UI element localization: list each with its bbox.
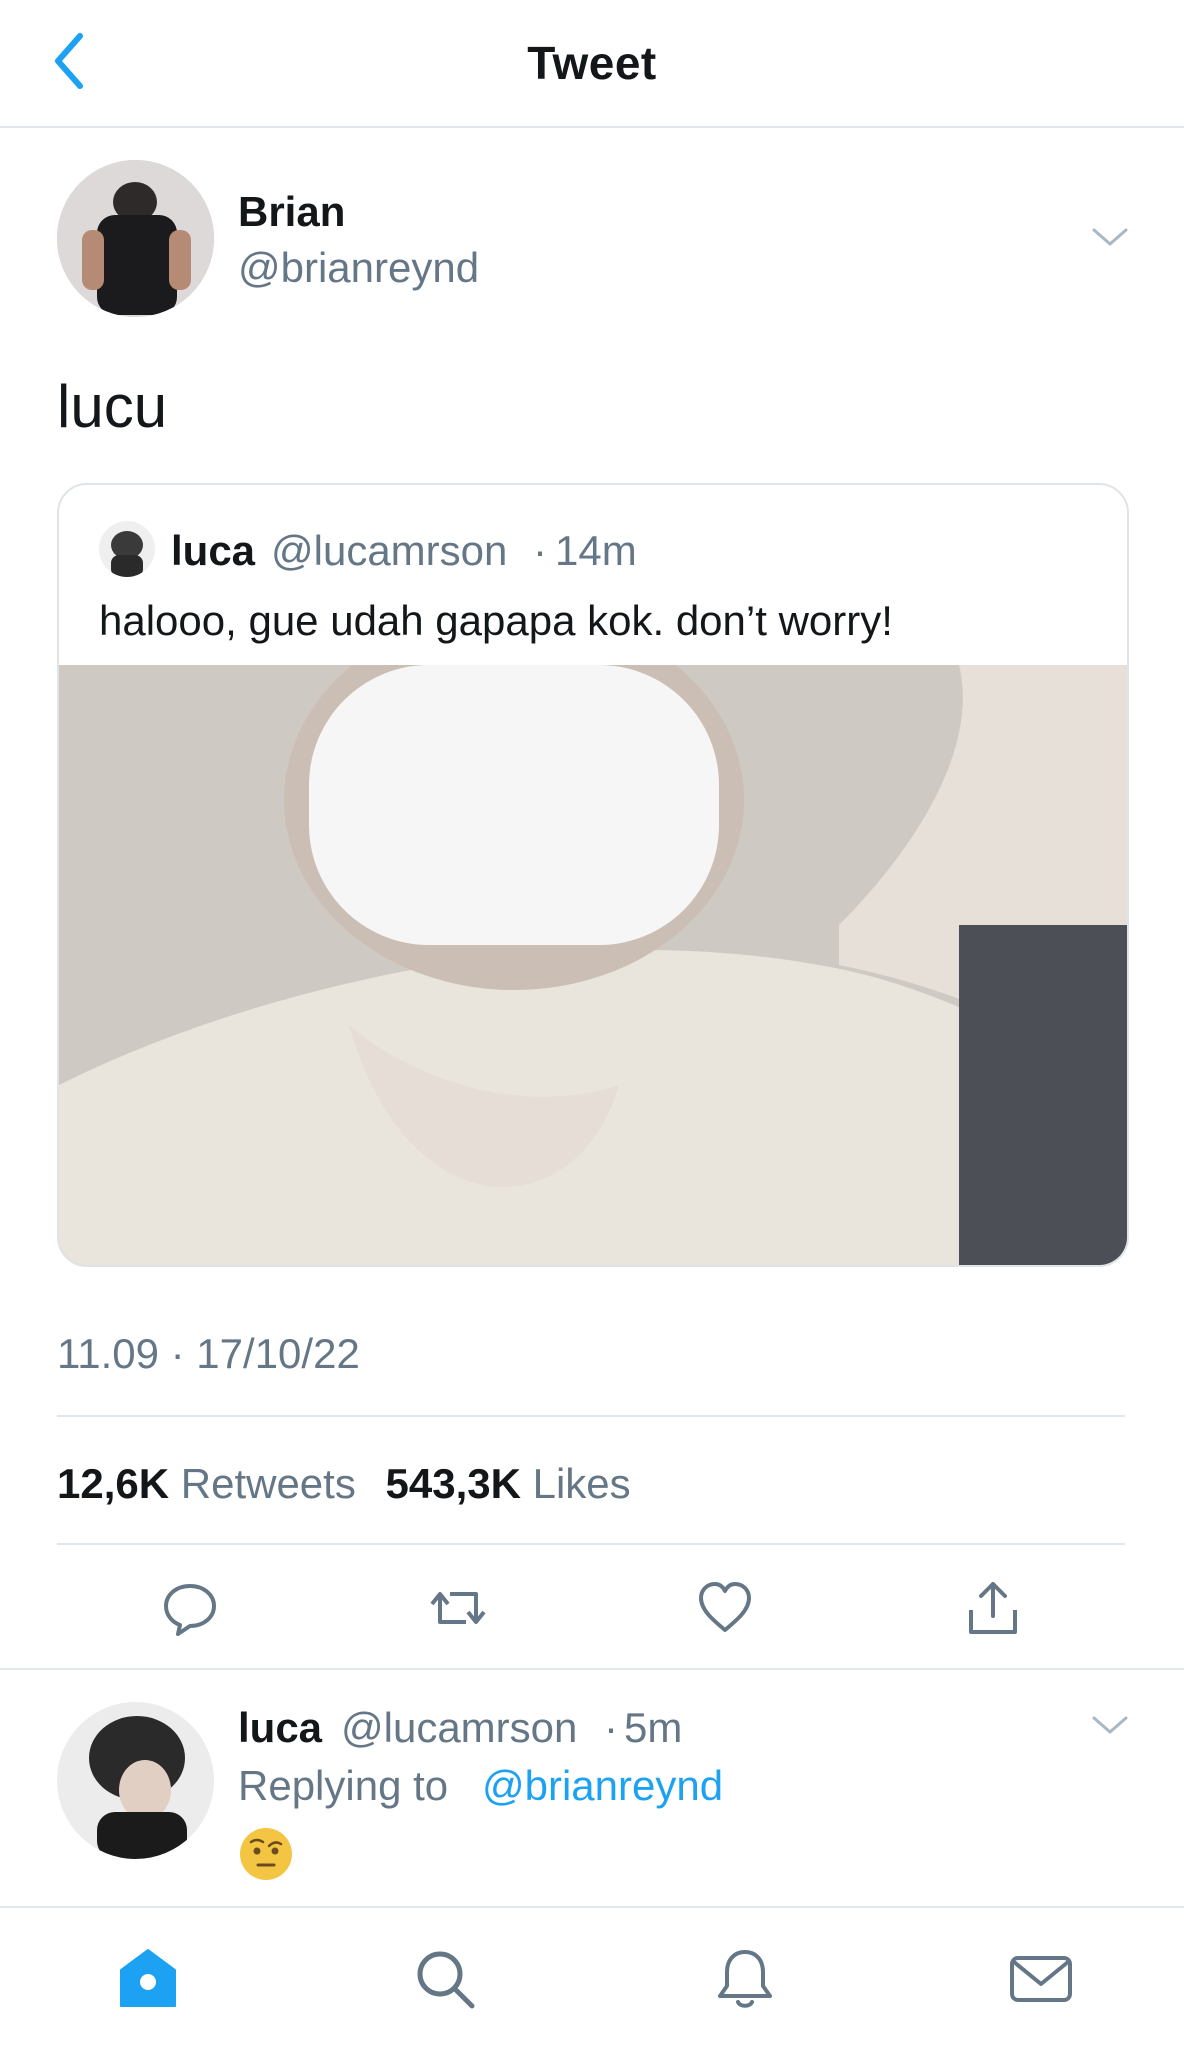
face-with-raised-eyebrow-icon [238,1826,294,1882]
author-avatar[interactable] [57,160,214,317]
likes-label[interactable]: Likes [533,1460,631,1507]
reply-author-handle[interactable]: @lucamrson [341,1704,577,1752]
author-name[interactable]: Brian [238,188,345,236]
author-handle[interactable]: @brianreynd [238,244,479,292]
home-icon [120,1949,176,2007]
likes-count[interactable]: 543,3K [386,1460,521,1507]
nav-notifications[interactable] [710,1944,780,2014]
quote-author-name: luca [171,527,256,574]
photo-image [59,610,1127,1265]
avatar-image [57,1702,214,1859]
search-icon [417,1951,475,2009]
reply-separator: · [604,1704,618,1751]
retweet-button[interactable] [428,1578,488,1638]
quote-avatar [99,521,155,577]
quote-tweet-card[interactable]: luca @lucamrson · 14m halooo, gue udah g… [57,483,1129,1267]
reply-avatar[interactable] [57,1702,214,1859]
reply-icon [164,1584,216,1636]
chevron-down-icon [1092,228,1128,246]
nav-messages[interactable] [1006,1944,1076,2014]
chevron-down-icon [1092,1716,1128,1734]
share-icon [969,1582,1017,1634]
reply-author-name[interactable]: luca [238,1704,322,1752]
tweet-timestamp: 11.09 · 17/10/22 [57,1330,360,1377]
retweets-count[interactable]: 12,6K [57,1460,169,1507]
quote-author-handle: @lucamrson [271,527,508,574]
replying-to-handle[interactable]: @brianreynd [482,1762,723,1810]
tweet-options-button[interactable] [1090,222,1130,252]
retweets-label[interactable]: Retweets [181,1460,356,1507]
avatar-image [99,521,155,577]
quote-media-image[interactable] [59,610,1127,1265]
quote-text: halooo, gue udah gapapa kok. don’t worry… [99,597,893,644]
reply-options-button[interactable] [1090,1710,1130,1740]
header-bar: Tweet [0,0,1184,128]
tweet-text: lucu [57,373,168,440]
tweet-stats: 12,6K Retweets 543,3K Likes [57,1460,649,1508]
divider [57,1543,1125,1545]
quote-separator: · [533,527,547,574]
share-button[interactable] [963,1578,1023,1638]
avatar-image [57,160,214,317]
like-button[interactable] [695,1578,755,1638]
divider [57,1415,1125,1417]
like-icon [699,1582,751,1632]
bottom-nav [0,1906,1184,2050]
replying-to-prefix: Replying to [238,1762,449,1809]
messages-icon [1010,1956,1072,2002]
reply-button[interactable] [160,1578,220,1638]
divider [0,1668,1184,1670]
reply-time: 5m [624,1704,683,1751]
nav-search[interactable] [410,1944,480,2014]
retweet-icon [430,1592,486,1624]
notifications-icon [718,1950,772,2008]
page-title: Tweet [527,37,657,89]
nav-home[interactable] [113,1944,183,2014]
quote-time: 14m [555,527,637,574]
